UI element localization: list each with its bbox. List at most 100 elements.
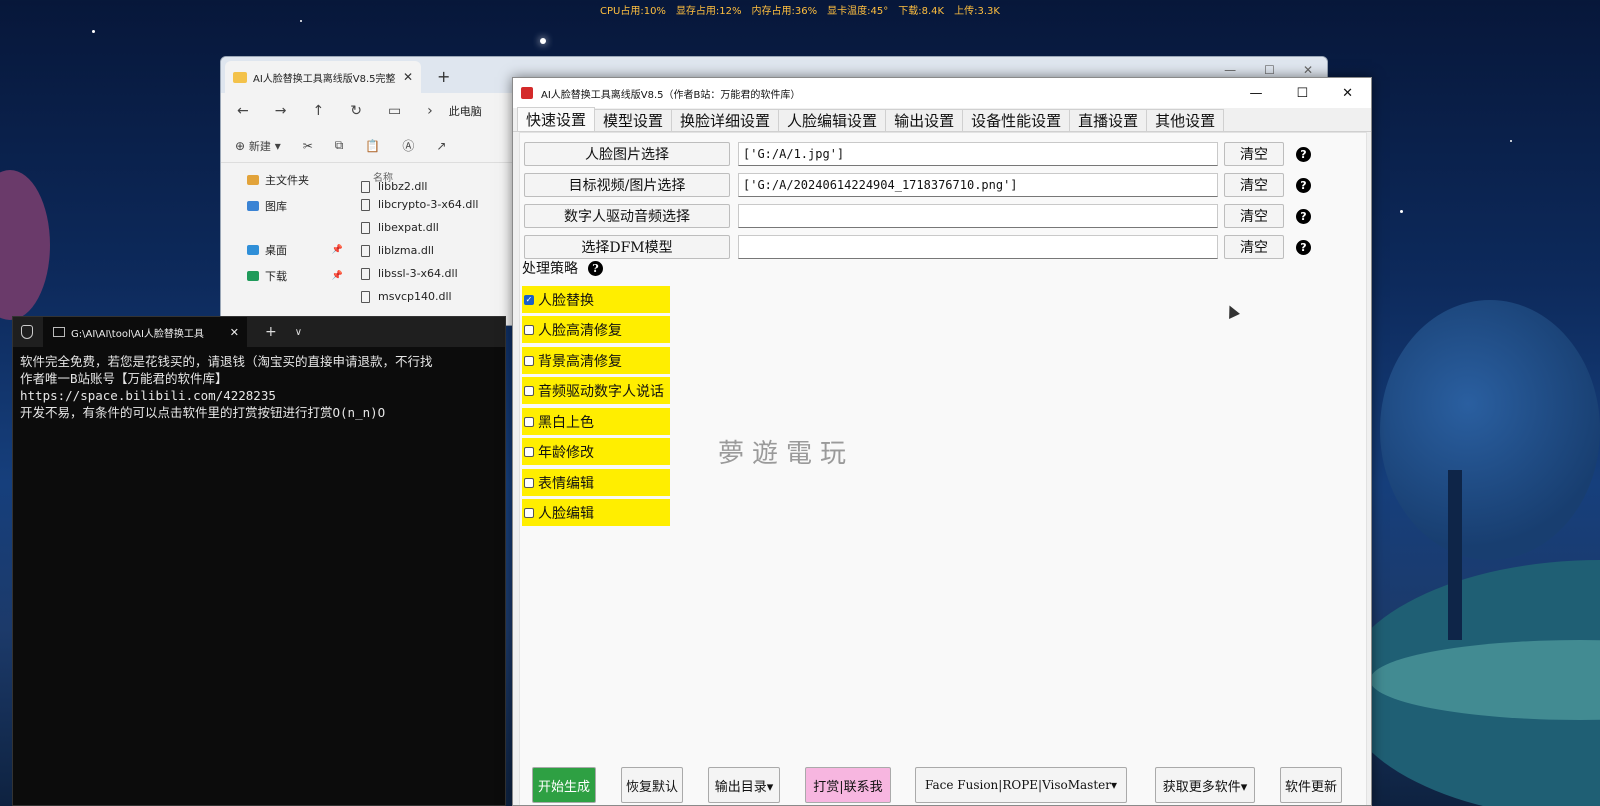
audio-select-button[interactable]: 数字人驱动音频选择 bbox=[524, 204, 730, 228]
checkbox-icon[interactable] bbox=[524, 477, 534, 488]
help-icon[interactable]: ? bbox=[1296, 208, 1311, 224]
help-icon[interactable]: ? bbox=[1296, 239, 1311, 255]
explorer-tab[interactable]: AI人脸替换工具离线版V8.5完整 ✕ bbox=[225, 61, 421, 93]
clear-target-media-button[interactable]: 清空 bbox=[1224, 173, 1284, 197]
sidebar-item-desktop[interactable]: 桌面 📌 bbox=[221, 237, 351, 263]
refresh-icon[interactable]: ↻ bbox=[350, 103, 362, 119]
maximize-icon[interactable]: ☐ bbox=[1264, 63, 1275, 77]
checkbox-icon[interactable] bbox=[524, 507, 534, 518]
column-header-name[interactable]: 名称 bbox=[361, 169, 478, 184]
pin-icon: 📌 bbox=[331, 271, 343, 281]
list-item[interactable]: libexpat.dll bbox=[361, 216, 478, 239]
option-label: 人脸编辑 bbox=[538, 505, 594, 522]
face-image-select-button[interactable]: 人脸图片选择 bbox=[524, 142, 730, 166]
sidebar-item-label: 主文件夹 bbox=[265, 174, 309, 187]
option-label: 黑白上色 bbox=[538, 414, 594, 431]
audio-path-field[interactable] bbox=[738, 204, 1218, 228]
list-item[interactable]: msvcp140.dll bbox=[361, 285, 478, 308]
sidebar-item-home[interactable]: 主文件夹 bbox=[221, 167, 351, 193]
checkbox-icon[interactable] bbox=[524, 385, 534, 396]
forward-arrow-icon[interactable]: → bbox=[275, 103, 287, 119]
new-tab-button[interactable]: + bbox=[437, 67, 450, 86]
copy-icon[interactable]: ⧉ bbox=[335, 138, 344, 153]
help-icon[interactable]: ? bbox=[588, 260, 603, 276]
cut-icon[interactable]: ✂ bbox=[303, 139, 313, 153]
sidebar-item-downloads[interactable]: 下载 📌 bbox=[221, 263, 351, 289]
option-face-hd-restore[interactable]: 人脸高清修复 bbox=[522, 316, 670, 343]
minimize-icon[interactable]: — bbox=[1249, 86, 1262, 101]
up-arrow-icon[interactable]: ↑ bbox=[312, 103, 324, 119]
sidebar-item-gallery[interactable]: 图库 bbox=[221, 193, 351, 219]
dfm-model-path-field[interactable] bbox=[738, 235, 1218, 259]
terminal-line: https://space.bilibili.com/4228235 bbox=[20, 388, 276, 403]
bottom-action-bar: 开始生成 恢复默认 输出目录▾ 打赏|联系我 Face Fusion|ROPE|… bbox=[513, 767, 1371, 805]
option-audio-driven-avatar[interactable]: 音频驱动数字人说话 bbox=[522, 377, 670, 404]
explorer-window-controls: — ☐ ✕ bbox=[1224, 63, 1313, 77]
sidebar-item-label: 图库 bbox=[265, 200, 287, 213]
plus-circle-icon: ⊕ bbox=[235, 138, 246, 153]
new-button[interactable]: ⊕ 新建 ▾ bbox=[235, 138, 281, 154]
close-tab-icon[interactable]: ✕ bbox=[230, 326, 239, 339]
terminal-tab-title: G:\AI\AI\tool\AI人脸替换工具 bbox=[71, 328, 204, 340]
help-icon[interactable]: ? bbox=[1296, 146, 1311, 162]
option-colorize[interactable]: 黑白上色 bbox=[522, 408, 670, 435]
back-arrow-icon[interactable]: ← bbox=[237, 103, 249, 119]
face-image-path-field[interactable]: ['G:/A/1.jpg'] bbox=[738, 142, 1218, 166]
close-tab-icon[interactable]: ✕ bbox=[403, 70, 413, 84]
breadcrumb[interactable]: 此电脑 bbox=[449, 103, 482, 119]
other-tools-dropdown[interactable]: Face Fusion|ROPE|VisoMaster▾ bbox=[915, 767, 1127, 803]
share-icon[interactable]: ↗ bbox=[436, 139, 446, 153]
close-icon[interactable]: ✕ bbox=[1303, 63, 1313, 77]
more-software-dropdown[interactable]: 获取更多软件▾ bbox=[1155, 767, 1255, 803]
clear-audio-button[interactable]: 清空 bbox=[1224, 204, 1284, 228]
clear-dfm-model-button[interactable]: 清空 bbox=[1224, 235, 1284, 259]
target-media-select-button[interactable]: 目标视频/图片选择 bbox=[524, 173, 730, 197]
target-media-path-field[interactable]: ['G:/A/20240614224904_1718376710.png'] bbox=[738, 173, 1218, 197]
clear-face-image-button[interactable]: 清空 bbox=[1224, 142, 1284, 166]
tab-output-settings[interactable]: 输出设置 bbox=[885, 109, 964, 131]
option-face-swap[interactable]: ✓ 人脸替换 bbox=[522, 286, 670, 313]
option-age-edit[interactable]: 年龄修改 bbox=[522, 438, 670, 465]
tab-performance-settings[interactable]: 设备性能设置 bbox=[962, 109, 1071, 131]
tab-quick-settings[interactable]: 快速设置 bbox=[517, 107, 596, 131]
tab-model-settings[interactable]: 模型设置 bbox=[594, 109, 673, 131]
tab-other-settings[interactable]: 其他设置 bbox=[1146, 109, 1225, 131]
maximize-icon[interactable]: ☐ bbox=[1296, 86, 1308, 101]
terminal-output[interactable]: 软件完全免费，若您是花钱买的，请退钱（淘宝买的直接申请退款，不行找 作者唯一B站账… bbox=[13, 347, 505, 427]
donate-contact-button[interactable]: 打赏|联系我 bbox=[805, 767, 891, 803]
option-background-hd-restore[interactable]: 背景高清修复 bbox=[522, 347, 670, 374]
list-item[interactable]: libcrypto-3-x64.dll bbox=[361, 193, 478, 216]
file-icon bbox=[361, 221, 370, 234]
tab-face-edit-settings[interactable]: 人脸编辑设置 bbox=[778, 109, 887, 131]
close-icon[interactable]: ✕ bbox=[1342, 86, 1353, 101]
help-icon[interactable]: ? bbox=[1296, 177, 1311, 193]
terminal-tab[interactable]: G:\AI\AI\tool\AI人脸替换工具 ✕ bbox=[43, 317, 247, 347]
checkbox-checked-icon[interactable]: ✓ bbox=[524, 294, 534, 305]
list-item[interactable]: libssl-3-x64.dll bbox=[361, 262, 478, 285]
checkbox-icon[interactable] bbox=[524, 446, 534, 457]
option-label: 人脸高清修复 bbox=[538, 322, 622, 339]
restore-defaults-button[interactable]: 恢复默认 bbox=[621, 767, 683, 803]
checkbox-icon[interactable] bbox=[524, 416, 534, 427]
list-item[interactable]: libbz2.dll bbox=[361, 181, 478, 193]
output-dir-button[interactable]: 输出目录▾ bbox=[708, 767, 780, 803]
rename-icon[interactable]: Ⓐ bbox=[402, 137, 414, 154]
file-icon bbox=[361, 290, 370, 303]
new-label: 新建 bbox=[248, 139, 271, 153]
checkbox-icon[interactable] bbox=[524, 324, 534, 335]
minimize-icon[interactable]: — bbox=[1224, 63, 1236, 77]
checkbox-icon[interactable] bbox=[524, 355, 534, 366]
option-face-edit[interactable]: 人脸编辑 bbox=[522, 499, 670, 526]
new-tab-button[interactable]: + bbox=[265, 324, 277, 340]
option-expression-edit[interactable]: 表情编辑 bbox=[522, 469, 670, 496]
dfm-model-select-button[interactable]: 选择DFM模型 bbox=[524, 235, 730, 259]
tab-live-settings[interactable]: 直播设置 bbox=[1069, 109, 1148, 131]
folder-icon bbox=[233, 71, 247, 83]
tab-faceswap-details[interactable]: 换脸详细设置 bbox=[671, 109, 780, 131]
list-item[interactable]: liblzma.dll bbox=[361, 239, 478, 262]
software-update-button[interactable]: 软件更新 bbox=[1280, 767, 1342, 803]
start-generate-button[interactable]: 开始生成 bbox=[532, 767, 596, 803]
chevron-down-icon[interactable]: ∨ bbox=[295, 327, 302, 338]
paste-icon[interactable]: 📋 bbox=[365, 139, 380, 153]
terminal-window: G:\AI\AI\tool\AI人脸替换工具 ✕ + ∨ 软件完全免费，若您是花… bbox=[12, 316, 506, 806]
